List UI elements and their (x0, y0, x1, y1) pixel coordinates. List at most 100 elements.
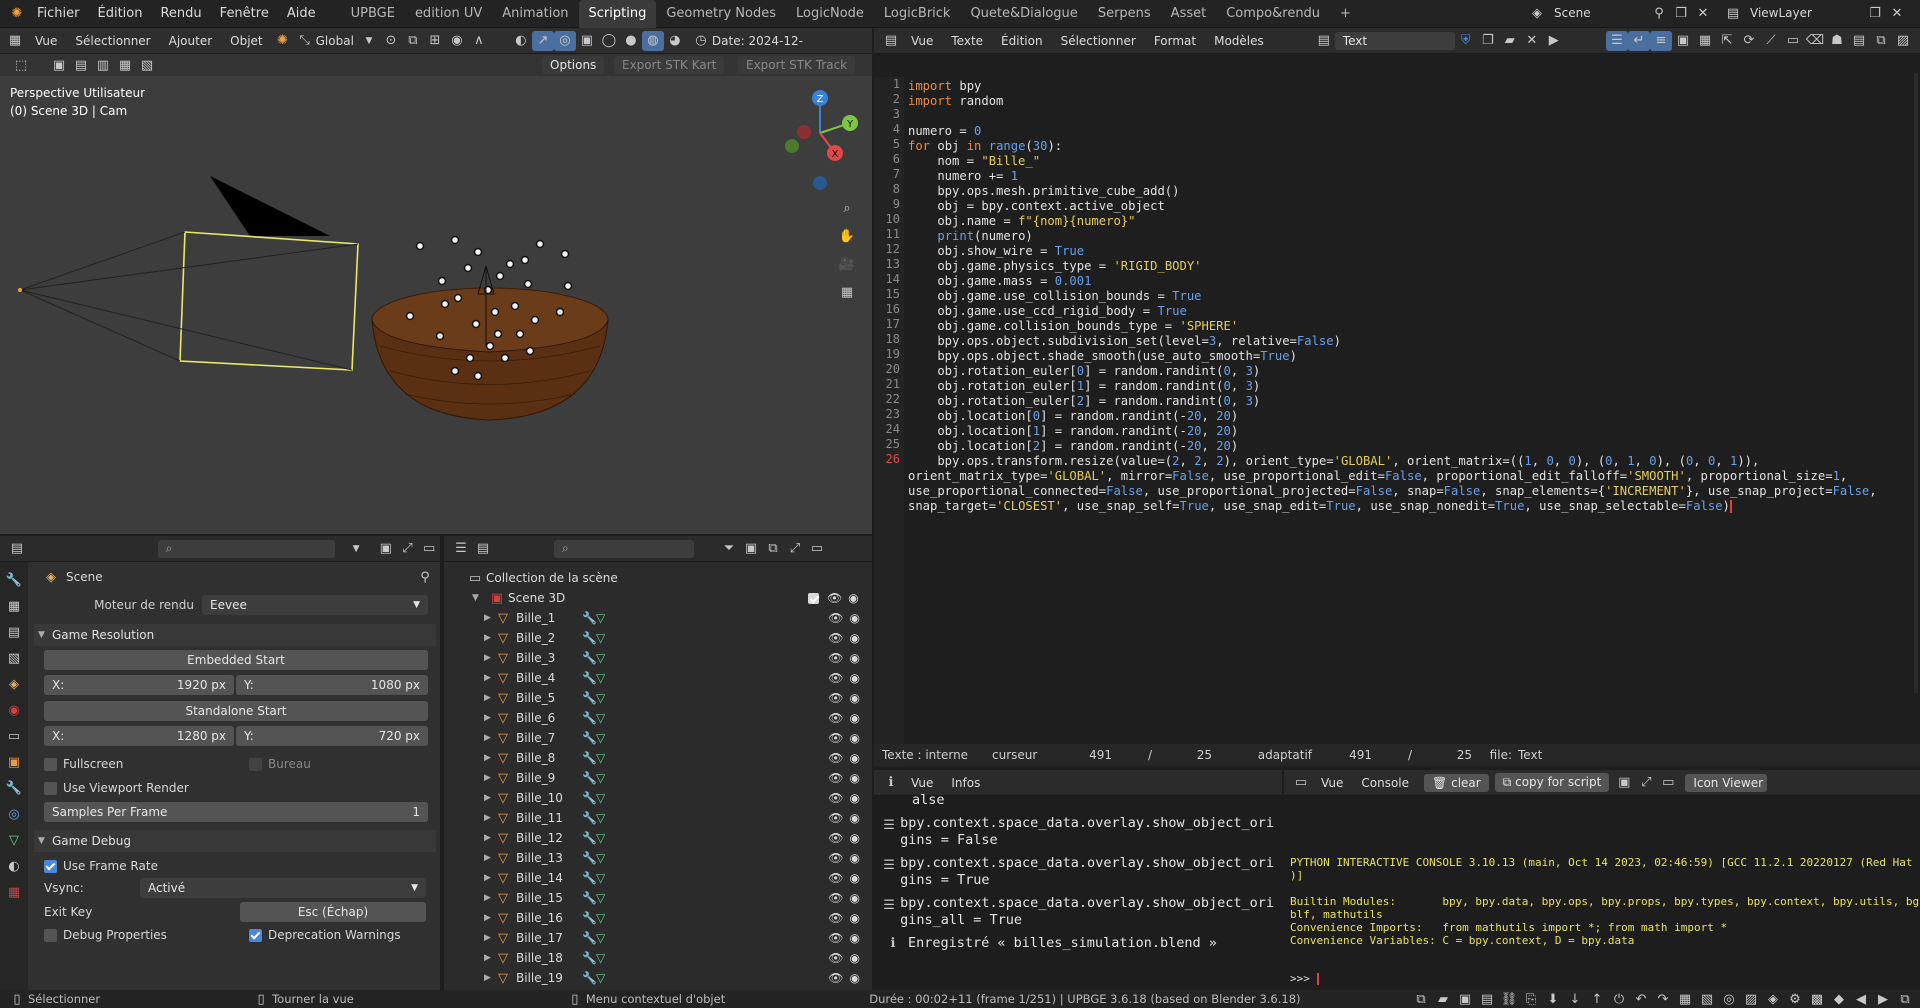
ball-object[interactable] (463, 263, 473, 273)
viewport-menu-3[interactable]: Objet (221, 27, 271, 55)
menu-3[interactable]: Fenêtre (211, 0, 278, 28)
outliner-item[interactable]: ▶ ▽ Bille_2 🔧 ▽ 👁 ◉ (484, 628, 872, 648)
snap-target-icon[interactable]: ⊞ (424, 31, 446, 51)
word-wrap-icon[interactable]: ↵ (1628, 30, 1650, 51)
embedded-x-field[interactable]: X: 1920 px (44, 675, 234, 695)
info-menu-1[interactable]: Infos (942, 769, 989, 797)
outliner-item[interactable]: ▶ ▽ Bille_11 🔧 ▽ 👁 ◉ (484, 808, 872, 828)
status-icon-14[interactable]: ▧ (1696, 989, 1718, 1008)
icon-viewer-button[interactable]: Icon Viewer (1685, 773, 1768, 792)
status-icon-19[interactable]: ▩ (1806, 989, 1828, 1008)
outliner-item[interactable]: ▶ ▽ Bille_18 🔧 ▽ 👁 ◉ (484, 948, 872, 968)
mesh-data-icon[interactable]: ▽ (596, 851, 612, 865)
python-console[interactable]: ▭ Vue Console 🗑 clear ⧉ copy for script ▣… (1284, 770, 1920, 990)
line-numbers-icon[interactable]: ☰ (1606, 30, 1628, 51)
chevron-right-icon[interactable]: ▶ (484, 873, 498, 883)
camera-render-icon[interactable]: ◉ (850, 611, 860, 625)
overlay-icon[interactable]: ◎ (553, 30, 576, 51)
status-icon-18[interactable]: ⚙ (1784, 989, 1806, 1008)
camera-render-icon[interactable]: ◉ (850, 671, 860, 685)
display-mode-icon[interactable]: ▤ (472, 539, 494, 559)
ball-object[interactable] (450, 366, 460, 376)
eye-icon[interactable]: 👁 (828, 911, 843, 925)
ball-object[interactable] (500, 353, 510, 363)
modifier-wrench-icon[interactable]: 🔧 (582, 611, 597, 625)
editor-type-icon[interactable]: ▦ (4, 31, 26, 51)
camera-render-icon[interactable]: ◉ (850, 951, 860, 965)
modifier-wrench-icon[interactable]: 🔧 (582, 651, 597, 665)
editor-type-icon[interactable]: ▭ (1290, 773, 1312, 793)
info-entry[interactable]: ☰ bpy.context.space_data.overlay.show_obj… (882, 815, 1274, 849)
mesh-data-icon[interactable]: ▽ (596, 631, 612, 645)
camera-render-icon[interactable]: ◉ (850, 711, 860, 725)
status-icon-17[interactable]: ◈ (1762, 989, 1784, 1008)
vsync-dropdown[interactable]: Activé ▼ (140, 878, 426, 898)
deprecation-warnings-checkbox[interactable] (249, 928, 262, 942)
view-layer-tab-icon[interactable]: ▧ (3, 648, 25, 668)
ball-object[interactable] (530, 315, 540, 325)
mesh-data-icon[interactable]: ▽ (596, 831, 612, 845)
camera-render-icon[interactable]: ◉ (850, 651, 860, 665)
camera-render-icon[interactable]: ◉ (848, 591, 858, 605)
world-tab-icon[interactable]: ◉ (3, 700, 25, 720)
viewport-3d[interactable]: ▦ Vue Sélectionner Ajouter Objet ✺ ⤡ Global… (0, 28, 872, 534)
status-icon-23[interactable]: ⧉ (1894, 989, 1916, 1008)
ball-object[interactable] (473, 371, 483, 381)
camera-render-icon[interactable]: ◉ (850, 731, 860, 745)
tool-5-icon[interactable]: ⟋ (1760, 31, 1782, 51)
modifier-wrench-icon[interactable]: 🔧 (582, 911, 597, 925)
embedded-start-button[interactable]: Embedded Start (44, 650, 428, 670)
game-icon[interactable]: ✺ (272, 31, 294, 51)
status-icon-3[interactable]: ▣ (1454, 989, 1476, 1008)
eye-icon[interactable]: 👁 (828, 731, 843, 745)
camera-render-icon[interactable]: ◉ (850, 851, 860, 865)
console-menu-1[interactable]: Console (1352, 769, 1418, 797)
code-line[interactable]: numero += 1 (908, 169, 1908, 184)
use-frame-rate-checkbox[interactable] (44, 859, 57, 873)
visibility-icon[interactable]: ◐ (510, 31, 532, 51)
code-line[interactable]: bpy.ops.mesh.primitive_cube_add() (908, 184, 1908, 199)
ball-object[interactable] (490, 307, 500, 317)
eye-icon[interactable]: 👁 (827, 591, 842, 605)
scene-tab-icon[interactable]: ◈ (3, 674, 25, 694)
ball-object[interactable] (535, 239, 545, 249)
tool-8-icon[interactable]: ☗ (1826, 31, 1848, 51)
eye-icon[interactable]: 👁 (828, 951, 843, 965)
workspace-tab-10[interactable]: Compo&rendu (1216, 0, 1330, 28)
ball-object[interactable] (485, 341, 495, 351)
chevron-right-icon[interactable]: ▶ (484, 673, 498, 683)
workspace-tab-5[interactable]: LogicNode (786, 0, 874, 28)
ball-object[interactable] (523, 279, 533, 289)
code-line[interactable]: obj = bpy.context.active_object (908, 199, 1908, 214)
bowl-object[interactable] (371, 287, 609, 421)
chevron-down-icon[interactable]: ▼ (345, 539, 367, 559)
eye-icon[interactable]: 👁 (828, 891, 843, 905)
tool-1-icon[interactable]: ▣ (1672, 31, 1694, 51)
chevron-right-icon[interactable]: ▶ (484, 853, 498, 863)
pan-hand-icon[interactable]: ✋ (836, 226, 858, 246)
status-icon-16[interactable]: ▨ (1740, 989, 1762, 1008)
modifier-tab-icon[interactable]: 🔧 (3, 778, 25, 798)
close-icon[interactable]: ✕ (1886, 3, 1908, 23)
tool-6-icon[interactable]: ▭ (1782, 31, 1804, 51)
ball-object[interactable] (495, 271, 505, 281)
shield-icon[interactable]: ⛨ (1455, 31, 1477, 51)
code-line[interactable]: bpy.ops.object.subdivision_set(level=3, … (908, 334, 1908, 349)
ball-object[interactable] (505, 259, 515, 269)
code-line[interactable] (908, 109, 1908, 124)
orientation-dropdown[interactable]: Global (316, 34, 354, 48)
modifier-wrench-icon[interactable]: 🔧 (582, 791, 597, 805)
modifier-wrench-icon[interactable]: 🔧 (582, 751, 597, 765)
menu-2[interactable]: Rendu (151, 0, 210, 28)
workspace-tab-7[interactable]: Quete&Dialogue (960, 0, 1087, 28)
viewport-menu-1[interactable]: Sélectionner (66, 27, 159, 55)
chevron-right-icon[interactable]: ▶ (484, 713, 498, 723)
mesh-data-icon[interactable]: ▽ (596, 811, 612, 825)
chevron-right-icon[interactable]: ▶ (484, 833, 498, 843)
camera-render-icon[interactable]: ◉ (850, 931, 860, 945)
select-mode-intersect-icon[interactable]: ▧ (136, 55, 158, 75)
modifier-wrench-icon[interactable]: 🔧 (582, 711, 597, 725)
ball-object[interactable] (515, 329, 525, 339)
console-menu-0[interactable]: Vue (1312, 769, 1352, 797)
prev-icon[interactable]: ◀ (1850, 989, 1872, 1008)
